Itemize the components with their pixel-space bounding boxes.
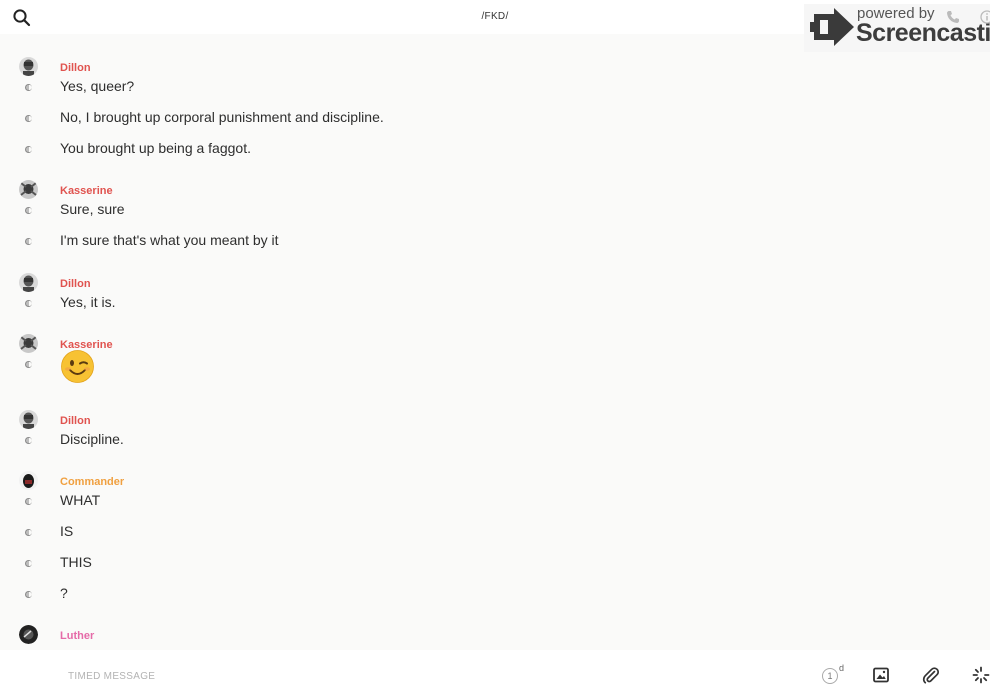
message-text: Yes, queer?	[60, 78, 135, 94]
read-status-icon	[25, 300, 32, 307]
composer-bar: 1 d	[0, 650, 990, 700]
read-status-icon	[25, 238, 32, 245]
author-name[interactable]: Dillon	[60, 278, 91, 290]
author-name[interactable]: Dillon	[60, 62, 91, 74]
message-text: Sure, sure	[60, 201, 125, 217]
avatar[interactable]	[19, 57, 38, 76]
message-text: I'm sure that's what you meant by it	[60, 232, 279, 248]
info-icon[interactable]	[980, 10, 990, 24]
message-line[interactable]: ?	[0, 582, 990, 612]
read-status-icon	[25, 529, 32, 536]
message-line[interactable]: You brought up being a faggot.	[0, 137, 990, 167]
message-text: ?	[60, 585, 68, 601]
avatar[interactable]	[19, 471, 38, 490]
read-status-icon	[25, 361, 32, 368]
avatar[interactable]	[19, 410, 38, 429]
author-name[interactable]: Luther	[60, 630, 94, 642]
read-status-icon	[25, 560, 32, 567]
author-name[interactable]: Commander	[60, 476, 124, 488]
sparkle-icon[interactable]	[972, 666, 990, 684]
message-line[interactable]: IS	[0, 520, 990, 550]
timed-message-input[interactable]	[66, 666, 570, 686]
message-line[interactable]: No, I brought up corporal punishment and…	[0, 106, 990, 136]
read-status-icon	[25, 84, 32, 91]
message-text: No, I brought up corporal punishment and…	[60, 109, 384, 125]
message-text: THIS	[60, 554, 92, 570]
message-text: Yes, it is.	[60, 294, 116, 310]
message-text: WHAT	[60, 492, 101, 508]
message-line[interactable]: Sure, sure	[0, 198, 990, 228]
author-name[interactable]: Kasserine	[60, 185, 113, 197]
read-status-icon	[25, 437, 32, 444]
read-status-icon	[25, 146, 32, 153]
read-status-icon	[25, 591, 32, 598]
avatar[interactable]	[19, 180, 38, 199]
paperclip-icon[interactable]	[922, 666, 940, 684]
image-icon[interactable]	[873, 667, 889, 683]
message-line[interactable]: Discipline.	[0, 428, 990, 458]
timer-unit: d	[839, 663, 845, 673]
message-line[interactable]: 😉	[0, 350, 990, 385]
read-status-icon	[25, 498, 32, 505]
avatar[interactable]	[19, 334, 38, 353]
timer-value: 1	[822, 668, 838, 684]
message-text: IS	[60, 523, 74, 539]
avatar[interactable]	[19, 625, 38, 644]
phone-icon[interactable]	[946, 10, 960, 24]
avatar[interactable]	[19, 273, 38, 292]
message-line[interactable]: WHAT	[0, 489, 990, 519]
message-text: You brought up being a faggot.	[60, 140, 251, 156]
message-line[interactable]: I'm sure that's what you meant by it	[0, 229, 990, 259]
message-text: 😉	[61, 352, 94, 385]
message-line[interactable]: Yes, queer?	[0, 75, 990, 105]
message-timer-button[interactable]: 1 d	[820, 663, 846, 687]
read-status-icon	[25, 115, 32, 122]
author-name[interactable]: Dillon	[60, 415, 91, 427]
message-line[interactable]: THIS	[0, 551, 990, 581]
message-feed[interactable]: Dillon Yes, queer? No, I brought up corpor…	[0, 34, 990, 650]
message-text: Discipline.	[60, 431, 124, 447]
read-status-icon	[25, 207, 32, 214]
message-line[interactable]: Yes, it is.	[0, 291, 990, 321]
